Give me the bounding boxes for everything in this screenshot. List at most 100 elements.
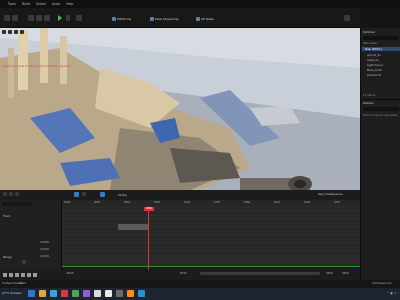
app-icon-white[interactable] [94,290,101,297]
unreal-editor-icon[interactable] [105,290,112,297]
level-viewport[interactable] [0,28,360,190]
app-icon-purple[interactable] [83,290,90,297]
timeline-row [62,246,360,254]
ruler-tick: 0240 [304,201,311,204]
track-value[interactable]: 0.0000 [40,255,49,258]
menu-select[interactable]: Select [36,2,46,6]
track-value[interactable]: 0.0000 [40,248,49,251]
start-icon[interactable] [28,290,35,297]
snap-icon[interactable] [82,192,86,196]
sequence-name: Seq_CineSequence [318,193,343,196]
track-label[interactable]: Track [3,214,10,218]
mode-icon[interactable] [12,15,18,21]
viewport-left-tools [2,30,42,35]
sequencer-save-icon[interactable] [9,192,13,196]
previous-frame-icon[interactable] [9,273,13,277]
main-toolbar: Platforms Pixel Streaming VP Roles [0,8,360,28]
timeline-row [62,214,360,222]
start-timecode[interactable]: -0015 [66,272,74,275]
render-icon[interactable] [15,192,19,196]
ruler-tick: 0030 [94,201,101,204]
play-reverse-icon[interactable] [15,273,19,277]
track-search-input[interactable] [2,202,32,206]
pixel-streaming-button[interactable]: Pixel Streaming [150,15,178,22]
timeline-scrollbar[interactable] [200,272,320,275]
cmd-dropdown[interactable]: Cmd [20,282,26,285]
play-forward-icon[interactable] [21,273,25,277]
ruler-tick: 0090 [154,201,161,204]
outliner-item[interactable]: pCube1 01 [367,74,381,77]
frame-rate-label[interactable]: 30 fps [118,193,127,197]
add-track-icon[interactable] [3,192,7,196]
menu-bar: Tools Build Select Actor Help [0,0,400,8]
go-to-end-icon[interactable] [33,273,37,277]
lighting-warning: Lighting needs to be rebuilt (multiple o… [2,64,71,68]
stop-icon[interactable] [76,15,82,21]
track-section[interactable] [118,224,148,230]
app-icon-red[interactable] [61,290,68,297]
app-icon-blue[interactable] [138,290,145,297]
cinematics-icon[interactable] [44,15,50,21]
details-empty-text: Select an object to view details. [363,114,398,117]
viewport-scene [0,28,360,190]
end-timecode[interactable]: 0345 [326,272,333,275]
file-explorer-icon[interactable] [39,290,46,297]
app-icon-orange[interactable] [127,290,134,297]
status-bar: Content Drawer Cmd Command Line [0,280,400,288]
settings-icon[interactable] [344,15,350,21]
save-icon[interactable] [4,15,10,21]
timeline-row [62,230,360,238]
outliner-item[interactable]: mesh_01 [367,59,379,62]
lit-mode-icon[interactable] [14,30,18,34]
command-line-label: Command Line [372,282,392,285]
timeline-row [62,206,360,214]
playhead-frame[interactable]: 0090 [144,207,154,211]
outliner-item[interactable]: Main (Editor) [365,48,382,51]
ruler-tick: 0180 [244,201,251,204]
auto-key-icon[interactable] [100,192,105,197]
track-label[interactable]: Range [3,255,12,259]
outliner-tab[interactable]: Outliner [363,30,375,34]
platforms-button[interactable]: Platforms [112,15,131,22]
timeline-area[interactable] [62,206,360,266]
vp-roles-button[interactable]: VP Roles [196,15,214,22]
blueprint-icon[interactable] [36,15,42,21]
go-to-start-icon[interactable] [3,273,7,277]
track-value[interactable]: 0.0000 [40,241,49,244]
key-mode-icon[interactable] [74,192,79,197]
details-tab[interactable]: Details [363,101,373,105]
weather-widget[interactable]: 27°C Schedu [2,291,21,295]
pixel-streaming-icon [150,16,154,21]
system-tray[interactable]: ⌃ ◐ ♪ [387,291,396,295]
next-frame-icon[interactable] [27,273,31,277]
menu-build[interactable]: Build [22,2,30,6]
content-icon[interactable] [28,15,34,21]
details-search-input[interactable] [363,107,399,111]
playhead[interactable] [148,206,149,270]
play-options-icon[interactable] [66,15,70,21]
ruler-tick: 0210 [274,201,281,204]
app-icon-grey[interactable] [116,290,123,297]
timeline-row [62,238,360,246]
perspective-icon[interactable] [8,30,12,34]
menu-help[interactable]: Help [66,2,73,6]
keyframe-icon[interactable] [22,260,26,264]
ruler-tick: 0060 [124,201,131,204]
menu-tools[interactable]: Tools [8,2,16,6]
view-end-timecode[interactable]: 0345 [342,272,349,275]
ruler-tick: 0150 [214,201,221,204]
menu-actor[interactable]: Actor [52,2,60,6]
track-list: Track 0.0000 0.0000 Range 0.0000 [0,200,62,280]
view-range-timecode[interactable]: 0310 [180,272,187,275]
viewport-menu-icon[interactable] [2,30,6,34]
play-icon[interactable] [58,15,62,21]
outliner-item[interactable]: Base_mesh [367,69,382,72]
app-icon-green[interactable] [72,290,79,297]
outliner-item[interactable]: Light Source [367,64,383,67]
outliner-search-input[interactable] [363,36,399,40]
browser-icon[interactable] [50,290,57,297]
show-icon[interactable] [20,30,24,34]
outliner-item[interactable]: ground_01 [367,54,381,57]
vp-roles-icon [196,16,200,21]
panel-divider[interactable] [361,99,400,100]
